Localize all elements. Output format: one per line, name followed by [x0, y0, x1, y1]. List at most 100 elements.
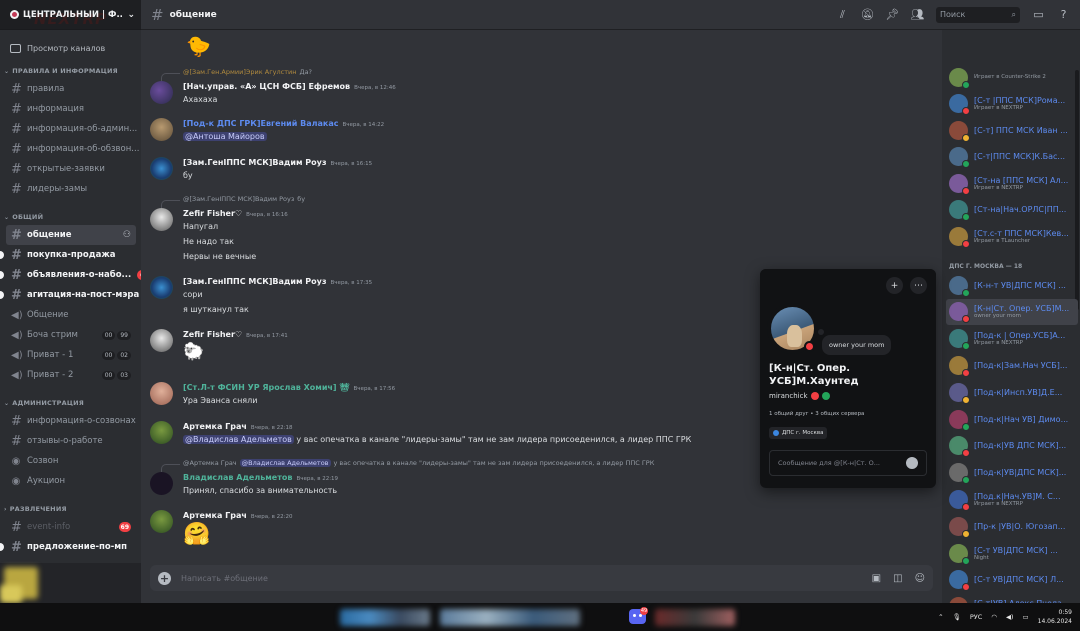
mutual-servers[interactable]: 3 общих сервера [815, 411, 864, 417]
channel-call-info[interactable]: # информация-об-обзвон... [6, 139, 139, 159]
channel-buy-sell[interactable]: # покупка-продажа [0, 245, 136, 265]
user-panel[interactable] [0, 563, 141, 603]
avatar[interactable] [150, 118, 173, 141]
channel-suggestions[interactable]: # предложение-по-мп [0, 537, 136, 557]
channel-recruit-ads[interactable]: #объявления-о-набо...6 [0, 265, 141, 285]
voice-channel-auction[interactable]: ◉ Аукцион [6, 471, 136, 491]
help-icon[interactable]: ? [1057, 8, 1070, 21]
channel-general-chat[interactable]: # общение ⚇ [6, 225, 136, 245]
message-author[interactable]: Артемка Грач Вчера, в 22:18 [183, 422, 292, 431]
gif-icon[interactable]: ▣ [872, 573, 881, 584]
message-author[interactable]: [Нач.управ. «А» ЦСН ФСБ] Ефремов Вчера, в… [183, 82, 396, 91]
channel-leaders[interactable]: # лидеры-замы [6, 179, 136, 199]
message-author[interactable]: [Ст.Л-т ФСИН УР Ярослав Хомич] 👑︎ Вчера, … [183, 383, 395, 392]
avatar[interactable] [150, 276, 173, 299]
member-item[interactable]: [Ст-на [ППС МСК] Ал... Играет в NEXTRP [946, 170, 1078, 196]
member-item[interactable]: [Под-к|УВ|ДПС МСК]... [946, 460, 1078, 486]
category-general[interactable]: ⌄ ОБЩИЙ [4, 213, 141, 221]
channel-info[interactable]: # информация [6, 99, 136, 119]
member-item[interactable]: [Пр-к |УВ|О. Югозап... [946, 513, 1078, 539]
avatar[interactable] [150, 382, 173, 405]
search-input[interactable]: Поиск ⌕ [936, 6, 1020, 23]
member-item[interactable]: [Ст.с-т ППС МСК]Кев... Играет в TLauncher [946, 223, 1078, 249]
clock[interactable]: 0:59 14.06.2024 [1038, 608, 1072, 626]
emoji-icon[interactable]: ☺ [915, 573, 925, 584]
channel-feedback[interactable]: # отзывы-о-работе [6, 431, 136, 451]
message-author[interactable]: Zefir Fisher♡ Вчера, в 16:16 [183, 209, 288, 218]
reply-preview[interactable]: @Артемка Грач @Владислав Адельметов у вас… [160, 459, 654, 472]
microphone-icon[interactable]: 🎙︎ [953, 613, 961, 621]
notification-bell-muted-icon[interactable]: 🔕︎ [861, 8, 875, 21]
member-item[interactable]: [С-т|УВ] Алекс Пчелародился с зубами - ж… [946, 594, 1078, 603]
reply-preview[interactable]: @[Зам.ГенIППС МСК]Вадим Роуз бу [160, 195, 305, 208]
message-author[interactable]: [Под-к ДПС ГРК]Евгений Валакас Вчера, в 1… [183, 119, 384, 128]
member-item[interactable]: [Под-к|Нач УВ] Димо... [946, 406, 1078, 432]
channel-event-info[interactable]: # event-info 69 [6, 517, 136, 537]
avatar[interactable] [150, 157, 173, 180]
voice-channel-boca[interactable]: ◀) Боча стрим 00 99 [6, 325, 136, 345]
avatar[interactable] [150, 472, 173, 495]
member-item[interactable]: [Под-к|Зам.Нач УСБ]... [946, 352, 1078, 378]
threads-icon[interactable]: ⫽ [836, 8, 849, 21]
category-rules[interactable]: ⌄ ПРАВИЛА И ИНФОРМАЦИЯ [4, 67, 141, 75]
channel-calls-info[interactable]: # информация-о-созвонах [6, 411, 136, 431]
avatar[interactable] [150, 208, 173, 231]
channel-rules[interactable]: # правила [6, 79, 136, 99]
wifi-icon[interactable]: ◠ [991, 613, 997, 621]
member-item[interactable]: [Ст-на|Нач.ОРЛС|ПП... [946, 197, 1078, 223]
member-item[interactable]: Играет в Counter-Strike 2 [946, 64, 1078, 90]
more-options-icon[interactable]: ⋯ [910, 277, 927, 294]
add-member-icon[interactable]: ⚇ [123, 230, 131, 240]
browse-channels[interactable]: Просмотр каналов [10, 44, 141, 53]
volume-icon[interactable]: ◀) [1006, 613, 1014, 621]
pin-icon[interactable]: 📌︎ [886, 8, 900, 21]
reply-preview[interactable]: @[Зам.Ген.Армии]Эрик Агулстин Да? [161, 68, 312, 81]
chevron-up-icon[interactable]: ⌃ [938, 613, 943, 621]
voice-channel-private-1[interactable]: ◀) Приват - 1 00 02 [6, 345, 136, 365]
member-item[interactable]: [С-т|ППС МСК]К.Бас... [946, 144, 1078, 170]
category-admin[interactable]: ⌄ АДМИНИСТРАЦИЯ [4, 399, 141, 407]
inbox-icon[interactable]: ▭ [1032, 8, 1045, 21]
emoji-icon[interactable] [906, 457, 918, 469]
user-mention[interactable]: @Владислав Адельметов [183, 435, 294, 444]
user-mention[interactable]: @Владислав Адельметов [239, 459, 331, 467]
member-item[interactable]: [С-т] ППС МСК Иван ... [946, 117, 1078, 143]
avatar[interactable] [150, 510, 173, 533]
message-author[interactable]: [Зам.ГенIППС МСК]Вадим Роуз Вчера, в 16:1… [183, 158, 372, 167]
add-friend-icon[interactable]: + [886, 277, 903, 294]
member-item[interactable]: [Под.к|Нач.УВ]М. С... Играет в NEXTRP [946, 486, 1078, 512]
attach-plus-icon[interactable]: + [158, 571, 171, 585]
avatar[interactable] [150, 421, 173, 444]
sticker-icon[interactable]: ◫ [893, 573, 902, 584]
battery-icon[interactable]: ▭ [1022, 613, 1028, 621]
member-item[interactable]: [Под-к|Инсп.УВ]Д.Е... [946, 379, 1078, 405]
member-item[interactable]: [К-н|Ст. Опер. УСБ]М... owner your mom [946, 298, 1078, 325]
voice-channel-private-2[interactable]: ◀) Приват - 2 00 03 [6, 365, 136, 385]
voice-channel-general[interactable]: ◀) Общение [6, 305, 136, 325]
user-mention[interactable]: @Антоша Майоров [183, 132, 267, 141]
member-item[interactable]: [С-т УВ|ДПС МСК] ... Night [946, 540, 1078, 566]
message-composer[interactable]: + Написать #общение ▣ ◫ ☺ [150, 565, 933, 591]
member-item[interactable]: [С-т УВ|ДПС МСК] Л... [946, 567, 1078, 593]
voice-channel-call[interactable]: ◉ Созвон [6, 451, 136, 471]
mutual-friends[interactable]: 1 общий друг [769, 411, 809, 417]
message-author[interactable]: Владислав Адельметов Вчера, в 22:19 [183, 473, 338, 482]
channel-mayor-campaign[interactable]: # агитация-на-пост-мэра [0, 285, 139, 305]
message-author[interactable]: Zefir Fisher♡ Вчера, в 17:41 [183, 330, 288, 339]
language-indicator[interactable]: РУС [970, 613, 982, 621]
server-header[interactable]: NEXTRP ЦЕНТРАЛЬНЫЙ | Ф... ⌄ [0, 0, 141, 30]
message-author[interactable]: [Зам.ГенIППС МСК]Вадим Роуз Вчера, в 17:3… [183, 277, 372, 286]
category-fun[interactable]: › РАЗВЛЕЧЕНИЯ [4, 505, 141, 513]
avatar[interactable] [150, 81, 173, 104]
profile-message-input[interactable]: Сообщение для @[К-н|Ст. О... [769, 450, 927, 476]
message-author[interactable]: Артемка Грач Вчера, в 22:20 [183, 511, 292, 520]
mutuals[interactable]: 1 общий друг • 3 общих сервера [769, 411, 864, 417]
member-item[interactable]: [С-т |ППС МСК]Рома... Играет в NEXTRP [946, 91, 1078, 117]
member-item[interactable]: [Под-к | Опер.УСБ]А... Играет в NEXTRP [946, 326, 1078, 352]
member-item[interactable]: [Под-к|УВ ДПС МСК]... [946, 433, 1078, 459]
member-list-icon[interactable]: 👥︎ [911, 8, 925, 21]
member-item[interactable]: [К-н-т УВ|ДПС МСК] ... [946, 272, 1078, 298]
channel-admin-info[interactable]: # информация-об-админ... [6, 119, 137, 139]
avatar[interactable] [150, 329, 173, 352]
channel-open-apps[interactable]: # открытые-заявки [6, 159, 136, 179]
